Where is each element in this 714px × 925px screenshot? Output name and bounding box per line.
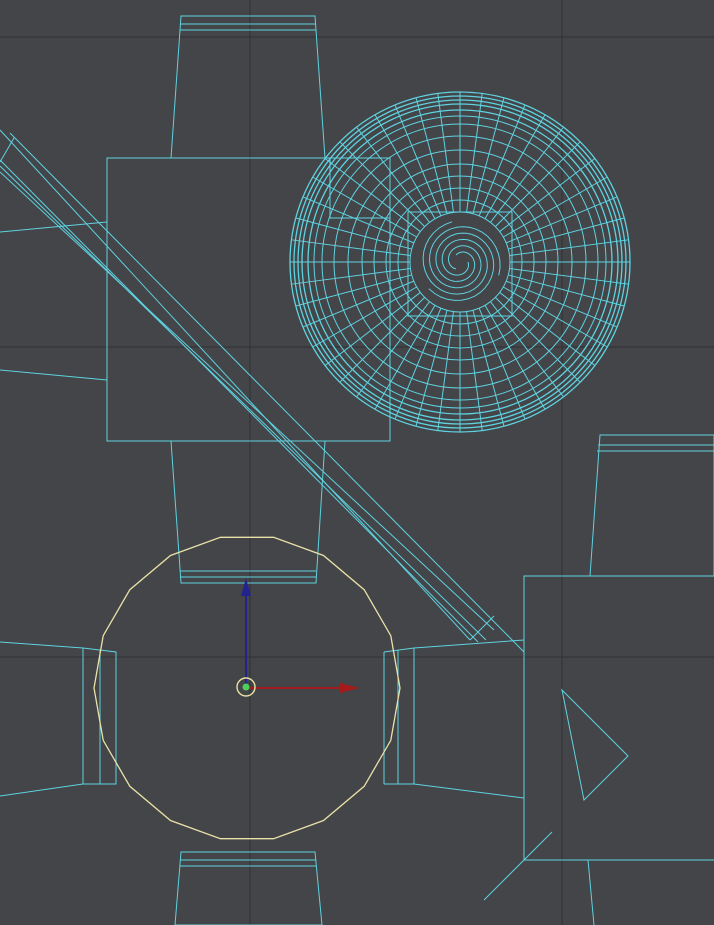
viewport-background bbox=[0, 0, 714, 925]
top-viewport[interactable] bbox=[0, 0, 714, 925]
pivot-point-icon[interactable] bbox=[242, 683, 250, 691]
